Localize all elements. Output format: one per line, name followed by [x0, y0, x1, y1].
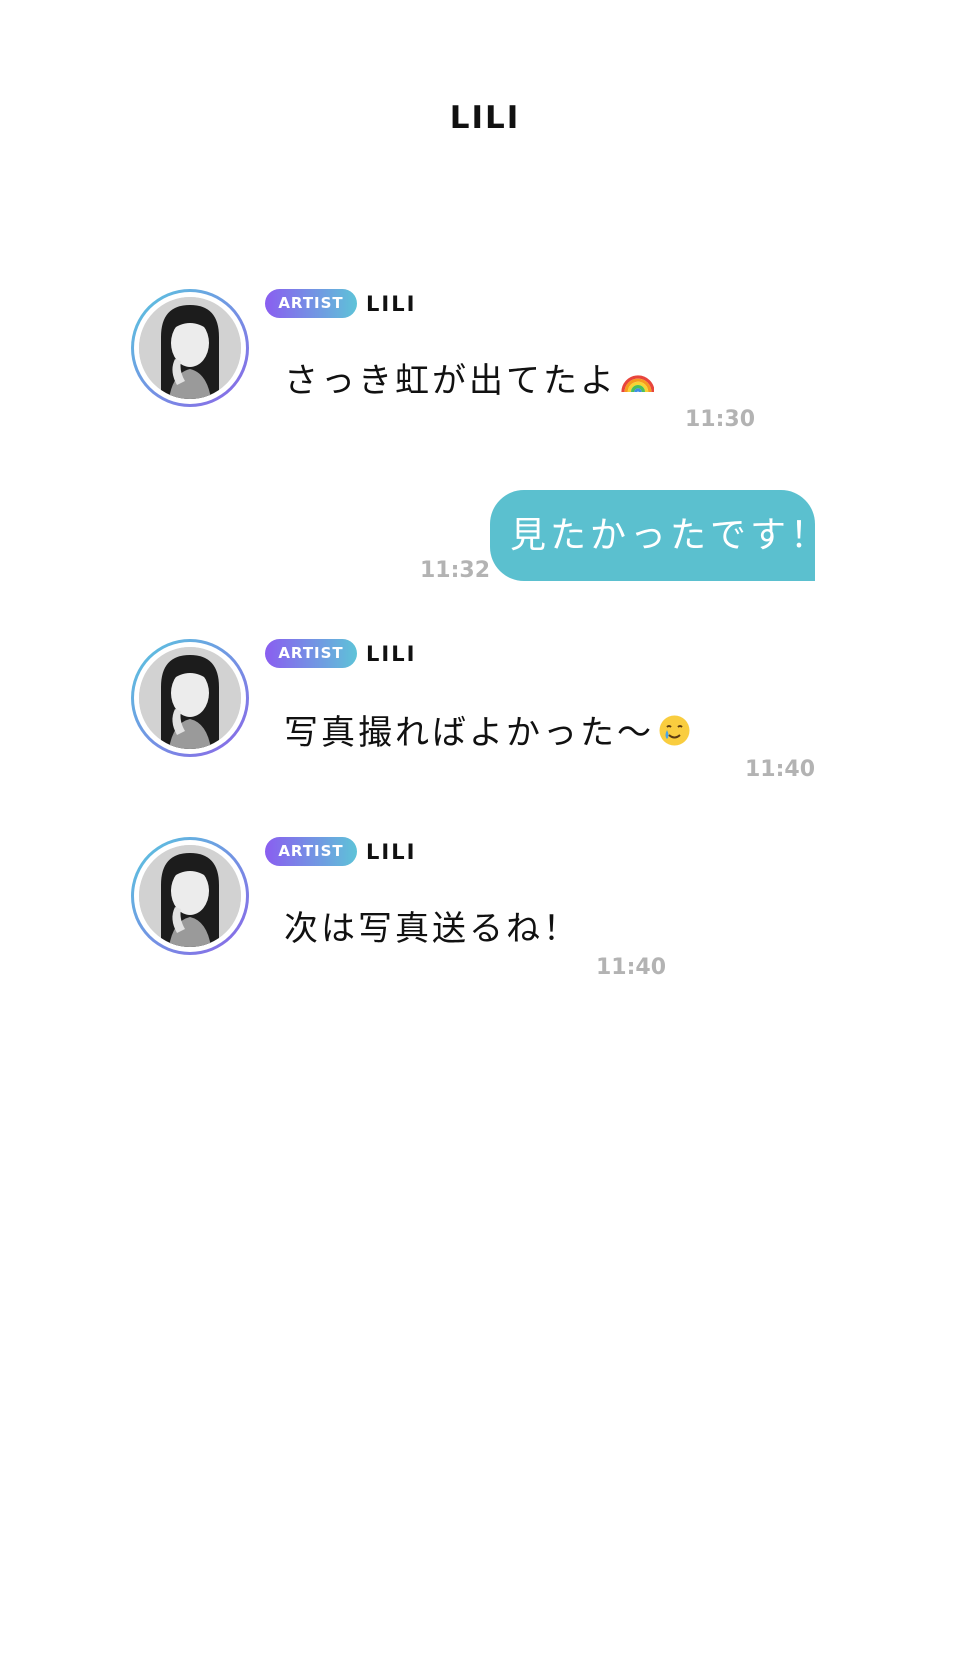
message-text: 次は写真送るね！ [284, 909, 580, 949]
message-incoming: ARTIST LILI 写真撮ればよかった〜 11:40 [0, 639, 970, 789]
message-timestamp: 11:40 [596, 955, 667, 980]
outgoing-message-bubble[interactable]: 見たかったです！ [490, 490, 831, 581]
rainbow-emoji-icon [621, 360, 655, 393]
artist-badge: ARTIST [265, 289, 357, 318]
artist-badge: ARTIST [265, 837, 357, 866]
message-timestamp: 11:40 [745, 757, 816, 782]
avatar-photo [139, 297, 241, 399]
message-incoming: ARTIST LILI 次は写真送るね！ 11:40 [0, 837, 970, 987]
artist-avatar[interactable] [131, 289, 249, 407]
avatar-photo [139, 647, 241, 749]
sender-name: LILI [366, 292, 417, 316]
smiling-face-with-tear-emoji-icon [658, 712, 691, 746]
message-incoming: ARTIST LILI さっき虹が出てたよ 11:30 [0, 289, 970, 439]
artist-avatar[interactable] [131, 639, 249, 757]
artist-avatar[interactable] [131, 837, 249, 955]
sender-name: LILI [366, 642, 417, 666]
message-text-content: 写真撮ればよかった〜 [284, 713, 654, 753]
message-timestamp: 11:32 [420, 558, 491, 583]
message-text: さっき虹が出てたよ [284, 357, 655, 405]
chat-title: LILI [449, 100, 521, 136]
message-text: 写真撮ればよかった〜 [284, 709, 691, 757]
message-timestamp: 11:30 [685, 407, 756, 432]
sender-name: LILI [366, 840, 417, 864]
message-text: 見たかったです！ [510, 515, 831, 556]
artist-badge: ARTIST [265, 639, 357, 668]
message-text-content: さっき虹が出てたよ [284, 361, 617, 401]
avatar-photo [139, 845, 241, 947]
